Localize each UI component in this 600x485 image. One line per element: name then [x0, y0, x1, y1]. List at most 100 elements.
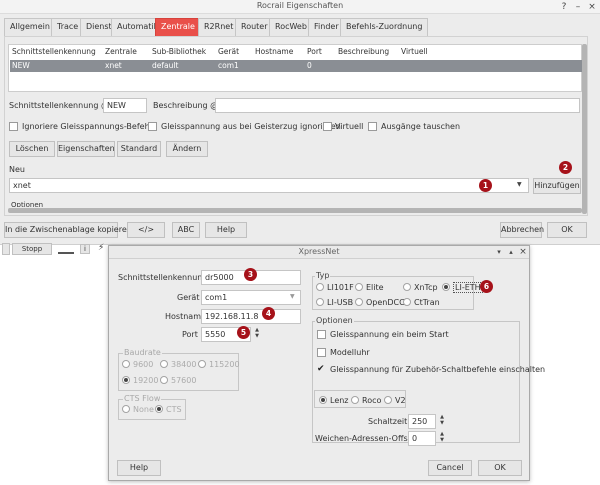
column-header[interactable]: Port: [307, 47, 322, 56]
chevron-down-icon[interactable]: ▼: [290, 293, 295, 300]
device-select[interactable]: com1: [201, 290, 301, 305]
close-icon[interactable]: ×: [517, 246, 529, 258]
cts-radio-cts[interactable]: [155, 405, 163, 415]
vertical-scrollbar[interactable]: [582, 44, 587, 214]
radio-dot[interactable]: [319, 396, 327, 404]
baud-radio-38400[interactable]: [160, 360, 168, 370]
column-header[interactable]: Zentrale: [105, 47, 137, 56]
checkbox-box[interactable]: [368, 122, 377, 131]
help-icon[interactable]: ?: [558, 1, 570, 13]
column-header[interactable]: Schnittstellenkennung: [12, 47, 96, 56]
hostname-field[interactable]: 192.168.11.8: [201, 309, 301, 324]
radio-dot[interactable]: [351, 396, 359, 404]
checkbox-box[interactable]: [317, 330, 326, 339]
address-offset-field[interactable]: 0: [408, 431, 436, 446]
default-button[interactable]: Standard: [117, 141, 161, 157]
proto-radio-lenz[interactable]: [319, 396, 327, 406]
iid-field[interactable]: NEW: [103, 98, 147, 113]
dialog-ok-button[interactable]: OK: [478, 460, 522, 476]
cts-radio-none[interactable]: [122, 405, 130, 415]
baud-radio-19200[interactable]: [122, 376, 130, 386]
typ-radio-cttran[interactable]: [403, 298, 411, 308]
typ-radio-li101f[interactable]: [316, 283, 324, 293]
xml-button[interactable]: </>: [127, 222, 165, 238]
baud-radio-57600[interactable]: [160, 376, 168, 386]
radio-dot[interactable]: [316, 283, 324, 291]
modify-button[interactable]: Ändern: [166, 141, 208, 157]
radio-dot[interactable]: [155, 405, 163, 413]
ghost-train-checkbox[interactable]: [148, 122, 157, 133]
column-header[interactable]: Sub-Bibliothek: [152, 47, 206, 56]
add-button[interactable]: Hinzufügen: [533, 178, 581, 194]
track-icon[interactable]: [58, 244, 74, 254]
checkbox-box[interactable]: [9, 122, 18, 131]
dialog-cancel-button[interactable]: Cancel: [428, 460, 472, 476]
radio-dot[interactable]: [122, 360, 130, 368]
tab-allgemein[interactable]: Allgemein: [4, 18, 56, 36]
properties-button[interactable]: Eigenschaften: [57, 141, 115, 157]
virtual-checkbox[interactable]: [323, 122, 332, 133]
delete-button[interactable]: Löschen: [9, 141, 55, 157]
maximize-icon[interactable]: ▴: [505, 246, 517, 258]
typ-radio-li-usb[interactable]: [316, 298, 324, 308]
horizontal-scrollbar[interactable]: [8, 208, 582, 213]
radio-dot[interactable]: [198, 360, 206, 368]
tab-befehls-zuordnung[interactable]: Befehls-Zuordnung: [340, 18, 429, 36]
model-clock-checkbox[interactable]: [317, 348, 326, 359]
baud-radio-115200[interactable]: [198, 360, 206, 370]
interface-table[interactable]: Schnittstellenkennung Zentrale Sub-Bibli…: [8, 44, 582, 92]
abc-button[interactable]: ABC: [172, 222, 200, 238]
stop-button[interactable]: Stopp: [12, 243, 52, 255]
radio-dot[interactable]: [122, 376, 130, 384]
typ-radio-xntcp[interactable]: [403, 283, 411, 293]
description-field[interactable]: [215, 98, 580, 113]
port-stepper[interactable]: ▲ ▼: [253, 327, 261, 339]
proto-radio-roco[interactable]: [351, 396, 359, 406]
address-offset-stepper[interactable]: ▲ ▼: [438, 431, 446, 443]
typ-radio-opendcc[interactable]: [355, 298, 363, 308]
help-button[interactable]: Help: [205, 222, 247, 238]
switch-time-stepper[interactable]: ▲ ▼: [438, 414, 446, 426]
ignore-power-checkbox[interactable]: [9, 122, 18, 133]
checkbox-box[interactable]: [148, 122, 157, 131]
ok-button[interactable]: OK: [547, 222, 587, 238]
switch-time-field[interactable]: 250: [408, 414, 436, 429]
column-header[interactable]: Virtuell: [401, 47, 428, 56]
radio-dot[interactable]: [355, 298, 363, 306]
close-icon[interactable]: ×: [586, 1, 598, 13]
new-controller-select[interactable]: xnet: [9, 178, 529, 193]
swap-outputs-checkbox[interactable]: [368, 122, 377, 133]
column-header[interactable]: Hostname: [255, 47, 293, 56]
baud-radio-9600[interactable]: [122, 360, 130, 370]
accessory-power-checkbox[interactable]: ✔: [317, 365, 325, 374]
tab-r2rnet[interactable]: R2Rnet: [198, 18, 240, 36]
typ-radio-elite[interactable]: [355, 283, 363, 293]
column-header[interactable]: Gerät: [218, 47, 239, 56]
tab-rocweb[interactable]: RocWeb: [269, 18, 313, 36]
radio-dot[interactable]: [122, 405, 130, 413]
column-header[interactable]: Beschreibung: [338, 47, 389, 56]
radio-dot[interactable]: [160, 376, 168, 384]
tab-router[interactable]: Router: [235, 18, 274, 36]
tab-zentrale[interactable]: Zentrale: [155, 18, 201, 36]
checkbox-box[interactable]: [317, 348, 326, 357]
radio-dot[interactable]: [403, 283, 411, 291]
dropdown-arrow-icon[interactable]: ▼: [517, 181, 522, 188]
checkbox-box[interactable]: [323, 122, 332, 131]
proto-radio-v2[interactable]: [384, 396, 392, 406]
copy-clipboard-button[interactable]: In die Zwischenablage kopieren: [4, 222, 132, 238]
info-icon[interactable]: i: [80, 244, 90, 254]
power-on-start-checkbox[interactable]: [317, 330, 326, 341]
radio-dot[interactable]: [160, 360, 168, 368]
dialog-help-button[interactable]: Help: [117, 460, 161, 476]
table-row[interactable]: NEW xnet default com1 0: [10, 60, 582, 72]
radio-dot[interactable]: [316, 298, 324, 306]
minimize-icon[interactable]: –: [572, 1, 584, 13]
radio-dot[interactable]: [403, 298, 411, 306]
minimize-icon[interactable]: ▾: [493, 246, 505, 258]
power-icon[interactable]: ⚡: [98, 243, 104, 253]
radio-dot[interactable]: [355, 283, 363, 291]
radio-dot[interactable]: [442, 283, 450, 291]
radio-dot[interactable]: [384, 396, 392, 404]
cancel-button[interactable]: Abbrechen: [500, 222, 544, 238]
